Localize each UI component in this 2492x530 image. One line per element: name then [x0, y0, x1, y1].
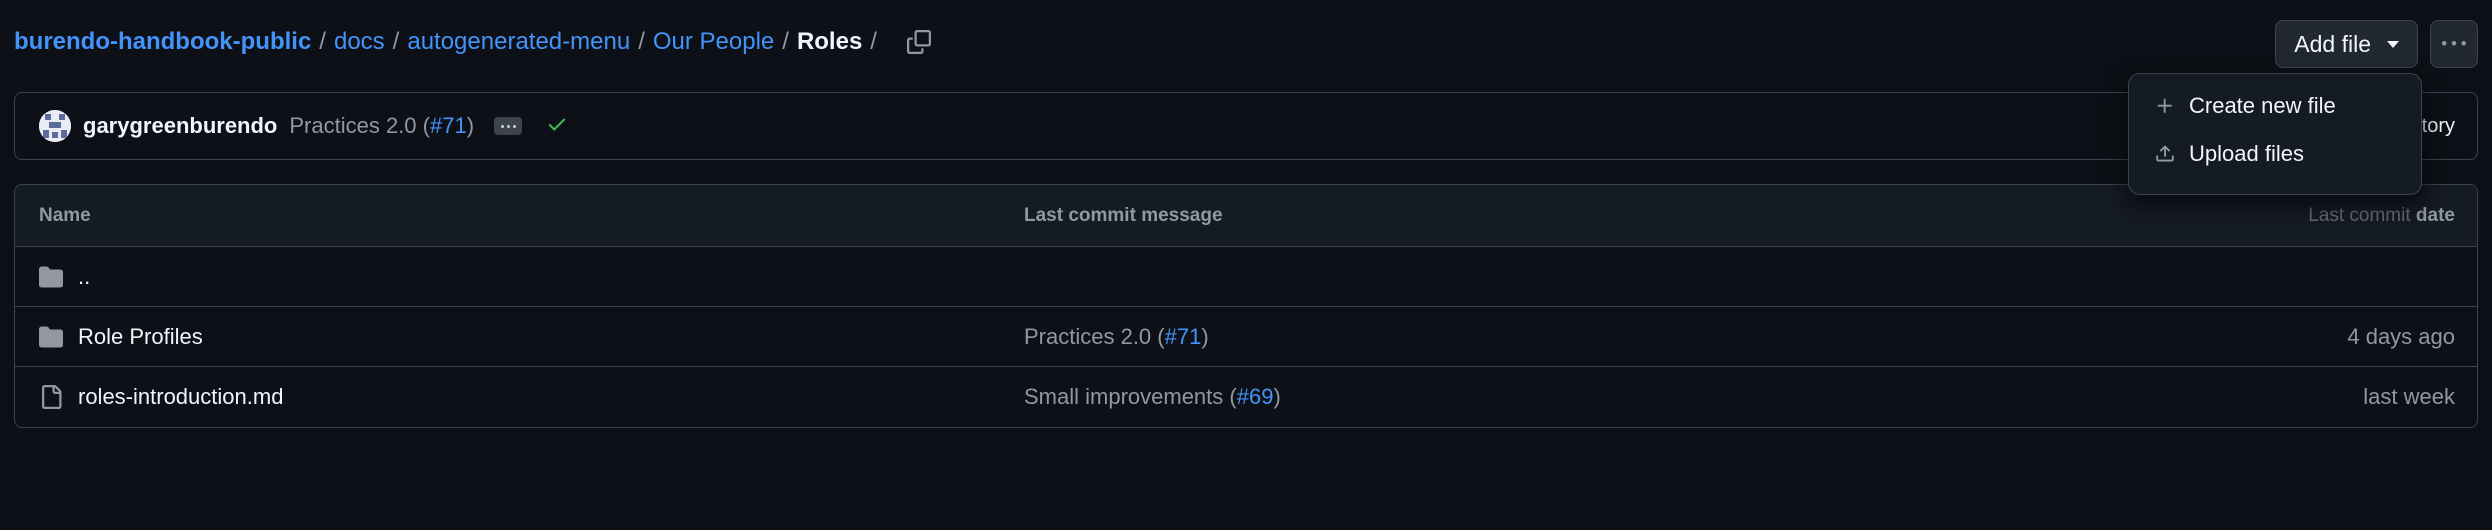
- folder-icon: [39, 265, 63, 289]
- breadcrumb-separator: /: [870, 28, 877, 55]
- column-header-date: Last commit date: [2308, 205, 2455, 227]
- kebab-horizontal-icon: [2442, 41, 2466, 46]
- folder-icon: [39, 325, 63, 349]
- breadcrumb-link-autogenerated-menu[interactable]: autogenerated-menu: [407, 28, 630, 56]
- file-actions: Add file: [2275, 20, 2478, 68]
- file-table: Name Last commit message Last commit dat…: [14, 184, 2478, 428]
- add-file-menu: Create new file Upload files: [2128, 73, 2422, 195]
- commit-author[interactable]: garygreenburendo: [83, 113, 277, 139]
- row-commit-suffix: ): [1201, 323, 1209, 349]
- column-header-message: Last commit message: [1024, 204, 1223, 226]
- top-bar: burendo-handbook-public / docs / autogen…: [14, 18, 2478, 68]
- breadcrumb-separator: /: [782, 28, 789, 55]
- parent-directory-link[interactable]: ..: [78, 264, 90, 290]
- column-header-date-bold: date: [2415, 204, 2455, 226]
- file-name-link[interactable]: Role Profiles: [78, 324, 203, 350]
- breadcrumb-repo-link[interactable]: burendo-handbook-public: [14, 28, 311, 56]
- upload-icon: [2156, 145, 2174, 162]
- breadcrumb-current: Roles: [796, 28, 863, 55]
- commit-message-text: Practices 2.0 (: [289, 113, 430, 138]
- table-row-parent[interactable]: ..: [15, 246, 2477, 306]
- menu-item-label: Upload files: [2189, 141, 2304, 166]
- menu-item-upload-files[interactable]: Upload files: [2129, 130, 2421, 178]
- copy-path-button[interactable]: [899, 22, 939, 62]
- row-commit-message[interactable]: Small improvements (#69): [1024, 384, 1281, 410]
- avatar-icon: [39, 110, 71, 142]
- commit-pr-link[interactable]: #71: [430, 113, 467, 138]
- breadcrumb-link-docs[interactable]: docs: [334, 28, 385, 56]
- latest-commit-bar: garygreenburendo Practices 2.0 (#71) tor…: [14, 92, 2478, 160]
- row-commit-text: Practices 2.0 (: [1024, 323, 1165, 349]
- row-commit-suffix: ): [1273, 383, 1281, 409]
- add-file-button[interactable]: Add file: [2275, 20, 2418, 68]
- breadcrumb: burendo-handbook-public / docs / autogen…: [14, 28, 877, 56]
- check-icon[interactable]: [546, 113, 568, 140]
- chevron-down-icon: [2387, 40, 2399, 48]
- column-header-name: Name: [39, 204, 91, 226]
- row-commit-pr-link[interactable]: #69: [1237, 384, 1274, 409]
- breadcrumb-separator: /: [392, 28, 400, 55]
- copy-icon: [906, 30, 931, 54]
- row-commit-pr-link[interactable]: #71: [1165, 324, 1202, 349]
- breadcrumb-separator: /: [319, 28, 326, 55]
- row-commit-date: last week: [2363, 383, 2455, 409]
- commit-message[interactable]: Practices 2.0 (#71): [289, 113, 474, 139]
- menu-item-create-new-file[interactable]: Create new file: [2129, 82, 2421, 130]
- table-row[interactable]: roles-introduction.md Small improvements…: [15, 366, 2477, 426]
- avatar[interactable]: [39, 110, 71, 142]
- history-link[interactable]: tory: [2422, 115, 2455, 138]
- table-header: Name Last commit message Last commit dat…: [15, 185, 2477, 246]
- file-icon: [39, 384, 63, 409]
- commit-message-suffix: ): [466, 113, 475, 138]
- breadcrumb-link-our-people[interactable]: Our People: [653, 28, 774, 56]
- table-row[interactable]: Role Profiles Practices 2.0 (#71) 4 days…: [15, 306, 2477, 366]
- menu-item-label: Create new file: [2189, 93, 2336, 118]
- row-commit-message[interactable]: Practices 2.0 (#71): [1024, 324, 1209, 350]
- plus-icon: [2157, 98, 2172, 113]
- file-name-link[interactable]: roles-introduction.md: [78, 384, 283, 410]
- column-header-date-prefix: Last commit: [2308, 204, 2411, 226]
- row-commit-text: Small improvements (: [1024, 383, 1237, 409]
- more-options-button[interactable]: [2430, 20, 2478, 68]
- add-file-label: Add file: [2294, 30, 2371, 57]
- expand-commit-button[interactable]: [494, 117, 523, 135]
- breadcrumb-separator: /: [638, 28, 645, 55]
- row-commit-date: 4 days ago: [2347, 323, 2455, 349]
